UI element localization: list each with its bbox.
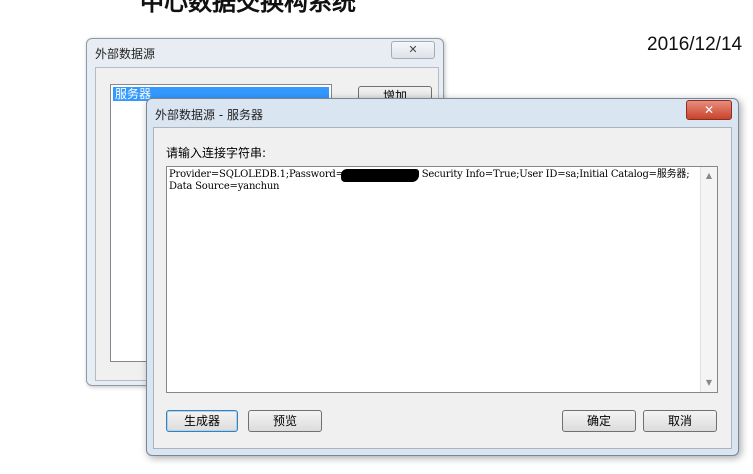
connection-string-dialog: 外部数据源 - 服务器 ✕ 请输入连接字符串: Provider=SQLOLED… [146, 98, 739, 456]
connection-string-label: 请输入连接字符串: [166, 146, 267, 160]
dialog-title: 外部数据源 - 服务器 [155, 108, 263, 122]
ok-button[interactable]: 确定 [562, 410, 636, 432]
close-button[interactable]: ✕ [391, 41, 435, 59]
background-document-date: 2016/12/14 [647, 34, 743, 55]
vertical-scrollbar[interactable]: ▲ ▼ [700, 167, 717, 392]
scroll-up-icon[interactable]: ▲ [701, 169, 717, 183]
connection-string-textarea[interactable]: Provider=SQLOLEDB.1;Password= ;Persist S… [166, 166, 718, 393]
close-icon: ✕ [703, 103, 715, 117]
close-icon: ✕ [408, 43, 418, 56]
preview-button[interactable]: 预览 [248, 410, 322, 432]
generate-button[interactable]: 生成器 [166, 410, 238, 432]
connection-string-text[interactable]: Provider=SQLOLEDB.1;Password= ;Persist S… [169, 169, 697, 389]
dialog-client-area: 请输入连接字符串: Provider=SQLOLEDB.1;Password= … [153, 127, 732, 449]
background-document-title: 中心数据交换构系统 [140, 0, 356, 16]
cancel-button[interactable]: 取消 [643, 410, 717, 432]
redacted-password-scribble [341, 169, 419, 182]
close-button[interactable]: ✕ [686, 100, 732, 120]
scroll-down-icon[interactable]: ▼ [701, 376, 717, 390]
window-title: 外部数据源 [95, 47, 156, 61]
